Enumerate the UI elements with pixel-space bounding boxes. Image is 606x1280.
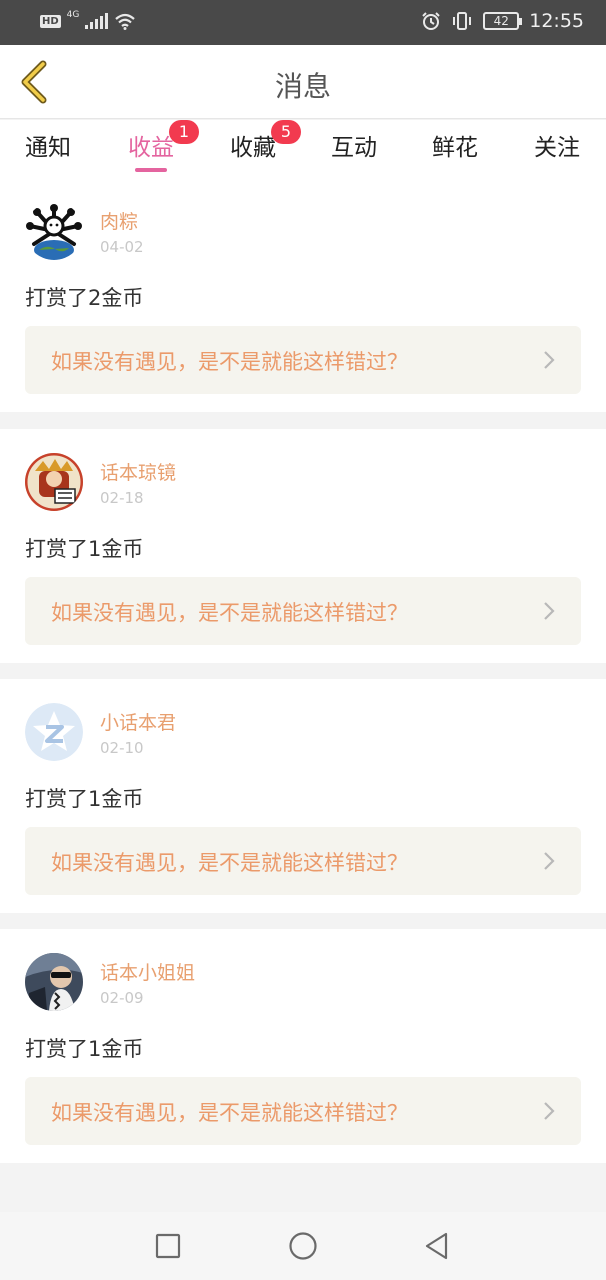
status-bar: HD 4G 42 12:55 xyxy=(0,0,606,45)
alarm-icon xyxy=(422,12,440,30)
unread-badge: 1 xyxy=(169,120,199,144)
quoted-post[interactable]: 如果没有遇见，是不是就能这样错过？ xyxy=(25,326,581,394)
quoted-post[interactable]: 如果没有遇见，是不是就能这样错过？ xyxy=(25,1077,581,1145)
tab-label: 收藏 xyxy=(230,135,276,161)
avatar[interactable] xyxy=(25,703,83,761)
tab-flowers[interactable]: 鲜花 xyxy=(405,128,505,176)
tab-bar: 通知 收益 1 收藏 5 互动 鲜花 关注 xyxy=(0,120,606,178)
quoted-post-title: 如果没有遇见，是不是就能这样错过？ xyxy=(51,851,408,875)
status-time: 12:55 xyxy=(529,10,584,32)
active-tab-indicator xyxy=(135,168,167,172)
username[interactable]: 话本小姐姐 xyxy=(100,958,195,985)
tab-notifications[interactable]: 通知 xyxy=(0,128,98,176)
reward-text: 打赏了1金币 xyxy=(25,1037,144,1061)
home-icon[interactable] xyxy=(288,1231,318,1261)
quoted-post-title: 如果没有遇见，是不是就能这样错过？ xyxy=(51,1101,408,1125)
hd-indicator: HD xyxy=(40,14,61,28)
avatar[interactable] xyxy=(25,953,83,1011)
avatar[interactable] xyxy=(25,202,83,260)
message-date: 02-09 xyxy=(100,989,144,1007)
tab-label: 关注 xyxy=(534,135,580,161)
chevron-right-icon xyxy=(544,852,555,870)
message-date: 04-02 xyxy=(100,238,144,256)
tab-label: 通知 xyxy=(25,135,71,161)
system-navigation-bar xyxy=(0,1212,606,1280)
vibrate-icon xyxy=(453,12,472,30)
reward-text: 打赏了1金币 xyxy=(25,537,144,561)
message-card: 肉粽 04-02 打赏了2金币 如果没有遇见，是不是就能这样错过？ xyxy=(0,178,606,412)
network-type: 4G xyxy=(66,10,80,20)
quoted-post-title: 如果没有遇见，是不是就能这样错过？ xyxy=(51,601,408,625)
chevron-right-icon xyxy=(544,1102,555,1120)
tab-label: 收益 xyxy=(128,135,174,161)
avatar[interactable] xyxy=(25,453,83,511)
message-card: 小话本君 02-10 打赏了1金币 如果没有遇见，是不是就能这样错过？ xyxy=(0,679,606,913)
back-nav-icon[interactable] xyxy=(422,1231,452,1261)
username[interactable]: 话本琼镜 xyxy=(100,458,176,485)
reward-text: 打赏了2金币 xyxy=(25,286,144,310)
app-header: 消息 xyxy=(0,45,606,119)
quoted-post[interactable]: 如果没有遇见，是不是就能这样错过？ xyxy=(25,827,581,895)
tab-label: 互动 xyxy=(331,135,377,161)
unread-badge: 5 xyxy=(271,120,301,144)
battery-indicator: 42 xyxy=(483,12,523,30)
tab-interactions[interactable]: 互动 xyxy=(304,128,404,176)
quoted-post[interactable]: 如果没有遇见，是不是就能这样错过？ xyxy=(25,577,581,645)
quoted-post-title: 如果没有遇见，是不是就能这样错过？ xyxy=(51,350,408,374)
message-date: 02-18 xyxy=(100,489,144,507)
reward-text: 打赏了1金币 xyxy=(25,787,144,811)
page-title: 消息 xyxy=(274,70,331,103)
message-date: 02-10 xyxy=(100,739,144,757)
message-card: 话本小姐姐 02-09 打赏了1金币 如果没有遇见，是不是就能这样错过？ xyxy=(0,929,606,1163)
recent-apps-icon[interactable] xyxy=(153,1231,183,1261)
tab-label: 鲜花 xyxy=(432,135,478,161)
tab-favorites[interactable]: 收藏 5 xyxy=(203,120,303,176)
tab-earnings[interactable]: 收益 1 xyxy=(101,120,201,176)
signal-icon xyxy=(85,13,109,29)
chevron-right-icon xyxy=(544,602,555,620)
username[interactable]: 肉粽 xyxy=(100,207,138,234)
wifi-icon xyxy=(115,13,136,30)
chevron-right-icon xyxy=(544,351,555,369)
username[interactable]: 小话本君 xyxy=(100,708,176,735)
tab-follows[interactable]: 关注 xyxy=(507,128,606,176)
message-card: 话本琼镜 02-18 打赏了1金币 如果没有遇见，是不是就能这样错过？ xyxy=(0,429,606,663)
